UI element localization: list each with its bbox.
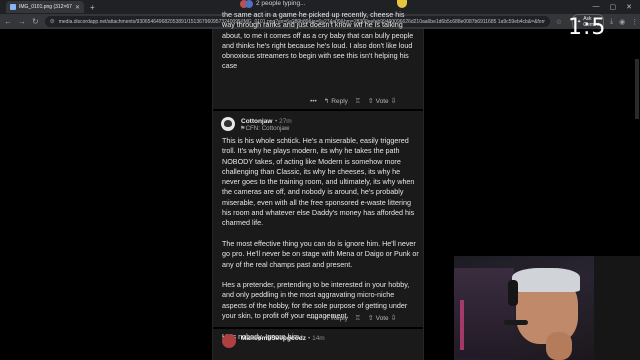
comment-timestamp: • 27m [275,118,292,125]
site-info-icon[interactable]: ⊜ [50,18,55,25]
close-window-icon[interactable]: ✕ [626,3,632,11]
back-icon[interactable]: ← [4,17,12,26]
minimize-icon[interactable]: — [593,3,600,11]
stream-timer: 1:5 [568,15,607,40]
flair-text: CFN: Cottonjaw [245,125,290,132]
comment-body-1: the same act in a game he picked up rece… [222,10,418,72]
vote-button[interactable]: ⇧ Vote ⇩ [367,97,397,106]
streamer-hand [546,332,572,360]
webcam-light-strip [460,300,464,350]
comment-2-actions: ••• ↰ Reply ♖ ⇧ Vote ⇩ [310,314,397,323]
download-icon[interactable]: ⤓ [610,18,613,26]
downvote-icon: ⇩ [390,315,397,322]
user-flair: ⚑CFN: Cottonjaw [240,125,289,132]
comment-1-text: the same act in a game he picked up rece… [222,10,414,71]
comment-divider [213,109,423,111]
comment-username[interactable]: Cottonjaw [241,118,272,125]
webcam-overlay [454,256,640,360]
tab-title: IMG_0101.png (312×673) [19,4,72,10]
headset [508,280,518,306]
comment-paragraph: The most effective thing you can do is i… [222,238,419,269]
browser-tab[interactable]: IMG_0101.png (312×673) ✕ [6,1,84,13]
profile-icon[interactable]: ◉ [619,18,625,26]
upvote-icon: ⇧ [367,315,374,322]
upvote-icon: ⇧ [367,98,374,105]
reply-button[interactable]: ↰ Reply [323,314,348,323]
reply-icon: ↰ [323,98,330,105]
streamer-cap [512,268,580,292]
webcam-chair [594,256,640,360]
new-tab-icon[interactable]: + [90,3,95,12]
scrollbar[interactable] [635,59,639,119]
image-favicon-icon [10,4,16,10]
microphone [504,320,528,325]
reload-icon[interactable]: ↻ [32,17,39,26]
award-button[interactable]: ♖ [355,97,361,105]
close-tab-icon[interactable]: ✕ [75,4,80,11]
vote-label: Vote [375,314,389,322]
window-controls: — ▢ ✕ [593,3,640,11]
avatar[interactable] [222,334,236,348]
reply-label: Reply [331,314,348,322]
comment-divider [213,327,423,329]
maximize-icon[interactable]: ▢ [610,3,617,11]
reply-label: Reply [331,97,348,105]
comment-timestamp: • 14m [308,335,325,342]
more-options-icon[interactable]: ••• [310,315,317,322]
comment-1-actions: ••• ↰ Reply ♖ ⇧ Vote ⇩ [310,97,397,106]
typing-indicator: 2 people typing... [256,0,306,7]
comment-username[interactable]: MancombSeepgoodz [241,335,306,342]
vote-label: Vote [375,97,389,105]
reply-button[interactable]: ↰ Reply [323,97,348,106]
forward-icon[interactable]: → [18,17,26,26]
star-icon[interactable]: ☆ [556,18,562,26]
comment-paragraph: This is his whole schtick. He's a misera… [222,136,415,228]
typing-avatars [240,0,254,8]
vote-button[interactable]: ⇧ Vote ⇩ [367,314,397,323]
avatar[interactable] [221,117,235,131]
menu-icon[interactable]: ⋮ [631,18,638,26]
award-button[interactable]: ♖ [355,314,361,322]
award-outline-icon: ♖ [354,98,361,105]
reply-icon: ↰ [323,315,330,322]
more-options-icon[interactable]: ••• [310,98,317,105]
award-outline-icon: ♖ [354,315,361,322]
downvote-icon: ⇩ [390,98,397,105]
